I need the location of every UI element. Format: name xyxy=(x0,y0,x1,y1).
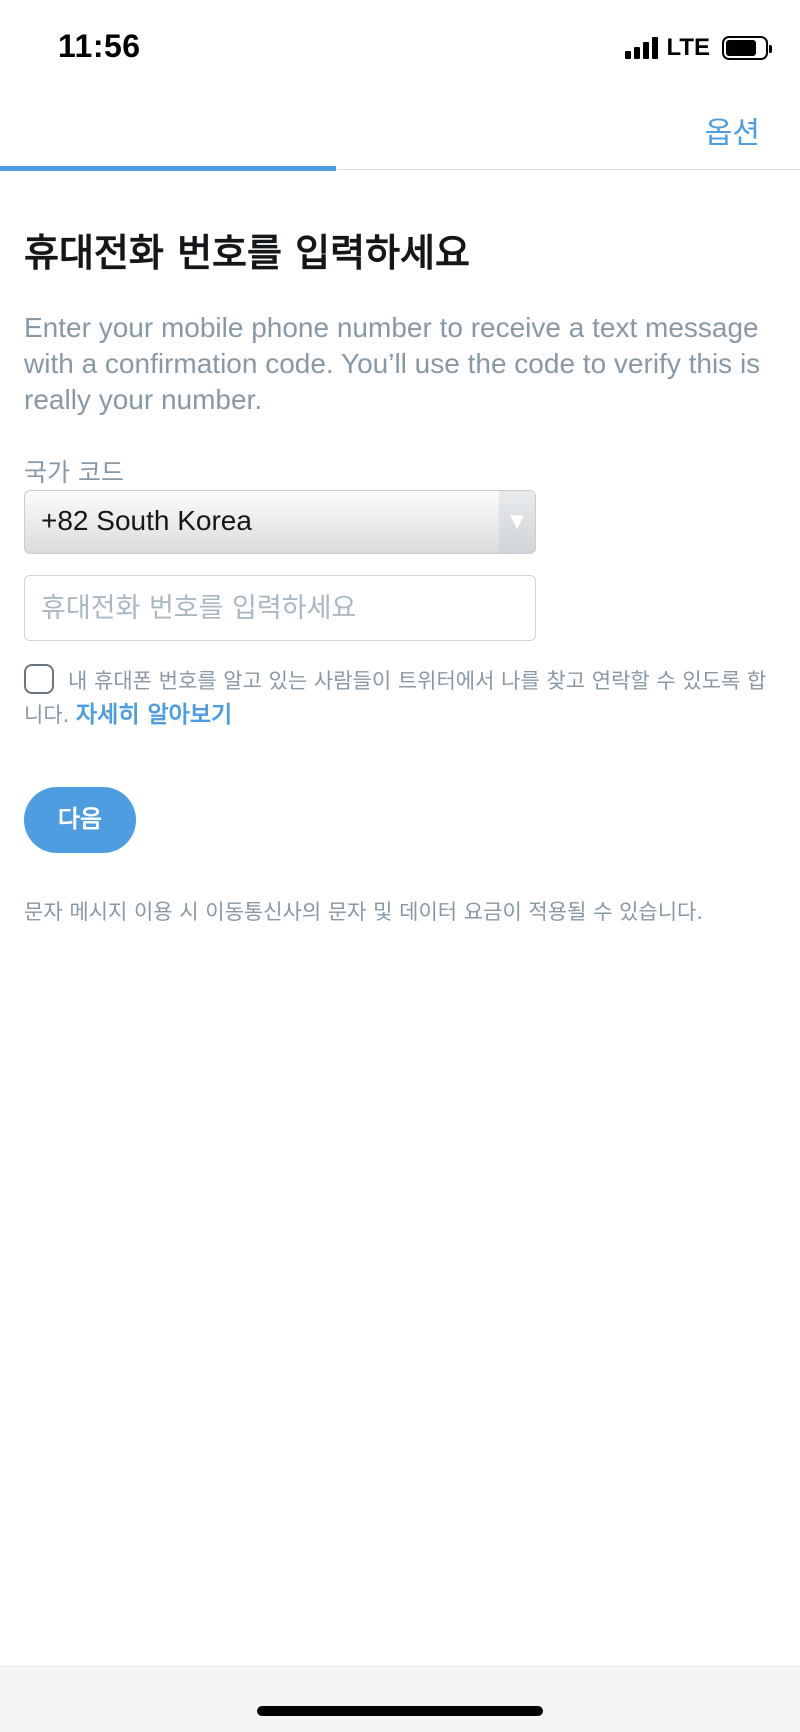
country-code-select[interactable]: +82 South Korea ▼ xyxy=(24,490,536,554)
chevron-down-icon: ▼ xyxy=(510,511,524,532)
bottom-bar xyxy=(0,1666,800,1732)
status-time: 11:56 xyxy=(58,28,141,64)
home-indicator[interactable] xyxy=(257,1706,543,1716)
phone-number-input[interactable] xyxy=(24,575,536,641)
options-link[interactable]: 옵션 xyxy=(705,108,760,152)
network-type: LTE xyxy=(666,34,710,61)
learn-more-link[interactable]: 자세히 알아보기 xyxy=(76,702,232,728)
nav-bar: 옵션 xyxy=(0,96,800,170)
description: Enter your mobile phone number to receiv… xyxy=(24,312,761,415)
country-code-value: +82 South Korea xyxy=(41,505,252,536)
sms-fee-notice: 문자 메시지 이용 시 이동통신사의 문자 및 데이터 요금이 적용될 수 있습… xyxy=(24,900,704,924)
discoverability-text-block: 내 휴대폰 번호를 알고 있는 사람들이 트위터에서 나를 찾고 연락할 수 있… xyxy=(24,664,776,732)
progress-bar xyxy=(0,166,336,171)
battery-icon xyxy=(722,36,772,60)
next-button[interactable]: 다음 xyxy=(24,787,136,853)
page-title: 휴대전화 번호를 입력하세요 xyxy=(24,231,470,275)
status-indicators: LTE xyxy=(625,34,772,62)
country-code-label: 국가 코드 xyxy=(24,458,124,487)
status-bar: 11:56 LTE xyxy=(0,0,800,96)
signal-icon xyxy=(625,37,659,59)
